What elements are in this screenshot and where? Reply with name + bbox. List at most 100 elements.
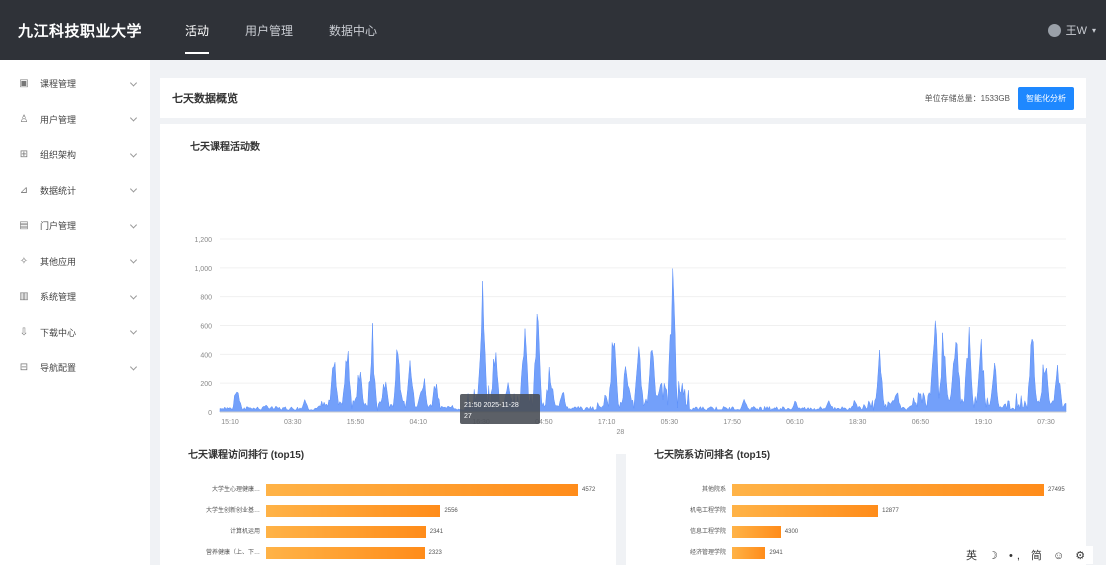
course-ranking-card: 七天课程访问排行 (top15) 大学生心理健康… 4572 大学生创新创业基… 25…	[160, 424, 616, 565]
y-tick-label: 0	[208, 410, 212, 417]
sidebar-item-nav-config[interactable]: ⊟ 导航配置	[0, 350, 150, 386]
org-icon: ⊞	[19, 149, 29, 161]
ranking-label: 机电工程学院	[689, 508, 726, 514]
sidebar-item-org[interactable]: ⊞ 组织架构	[0, 137, 150, 173]
sidebar-item-portal[interactable]: ▤ 门户管理	[0, 208, 150, 244]
smart-analysis-button[interactable]: 智能化分析	[1018, 86, 1074, 110]
ranking-row: 大学生创新创业基… 2556	[160, 505, 616, 517]
sidebar-item-label: 导航配置	[40, 363, 77, 374]
brand-logo: 九江科技职业大学	[18, 22, 143, 40]
dept-ranking-card: 七天院系访问排名 (top15) 其他院系 27495 机电工程学院 12877 信息工…	[626, 424, 1086, 565]
sidebar-item-label: 下载中心	[40, 327, 77, 338]
sidebar-item-course[interactable]: ▣ 课程管理	[0, 66, 150, 102]
download-icon: ⇩	[19, 326, 29, 338]
ranking-label: 经济管理学院	[689, 550, 726, 556]
sidebar-item-label: 组织架构	[40, 150, 77, 161]
nav-config-icon: ⊟	[19, 362, 29, 374]
y-tick-label: 1,000	[194, 266, 212, 273]
user-name: 王W	[1065, 25, 1087, 37]
ranking-bar	[266, 547, 425, 559]
nav-tab-activity[interactable]: 活动	[185, 0, 210, 60]
chevron-down-icon	[129, 256, 138, 264]
ranking-bar	[266, 505, 441, 517]
chevron-down-icon	[129, 185, 138, 193]
system-icon: ▥	[19, 291, 29, 303]
sidebar-item-label: 其他应用	[40, 256, 77, 267]
activity-chart-card: 1,2001,000800600400200015:102025-11-2503…	[160, 124, 1086, 454]
course-ranking-title: 七天课程访问排行 (top15)	[188, 450, 305, 461]
sidebar-item-label: 数据统计	[40, 185, 77, 196]
ranking-row: 计算机运用 2341	[160, 526, 616, 538]
sidebar-item-stats[interactable]: ⊿ 数据统计	[0, 173, 150, 209]
storage-total: 单位存储总量：1533GB	[924, 93, 1010, 103]
ranking-bar	[732, 526, 781, 538]
ranking-label: 其他院系	[701, 487, 726, 493]
sidebar-item-label: 门户管理	[40, 221, 77, 232]
chevron-down-icon	[129, 150, 138, 158]
avatar	[1047, 23, 1061, 37]
chevron-down-icon	[129, 327, 138, 335]
sidebar-item-apps[interactable]: ✧ 其他应用	[0, 244, 150, 280]
ranking-value: 4300	[784, 529, 799, 535]
page-title: 七天数据概览	[172, 93, 238, 105]
ranking-row: 机电工程学院 12877	[626, 505, 1086, 517]
chevron-down-icon	[129, 221, 138, 229]
ranking-row: 大学生心理健康… 4572	[160, 484, 616, 496]
sidebar-item-label: 课程管理	[40, 79, 77, 90]
ranking-value: 4572	[582, 487, 596, 493]
ranking-label: 大学生创新创业基…	[205, 508, 260, 514]
activity-chart: 1,2001,000800600400200015:102025-11-2503…	[194, 237, 1067, 436]
ranking-label: 信息工程学院	[689, 529, 726, 535]
ranking-bar	[732, 484, 1044, 496]
portal-icon: ▤	[19, 220, 29, 232]
chevron-down-icon	[129, 79, 138, 87]
dept-ranking-title: 七天院系访问排名 (top15)	[654, 450, 771, 461]
ime-toolbar[interactable]: 英 ☽ •, 简 ☺ ⚙	[962, 546, 1094, 564]
y-tick-label: 800	[200, 295, 212, 302]
top-navbar: 九江科技职业大学 活动 用户管理 数据中心 王W ▾	[0, 0, 1106, 60]
ranking-bar	[732, 505, 879, 517]
ranking-row: 其他院系 27495	[626, 484, 1086, 496]
ranking-value: 12877	[882, 508, 899, 514]
chevron-down-icon	[129, 114, 138, 122]
ranking-value: 2941	[769, 550, 783, 556]
ranking-bar	[732, 547, 766, 559]
ranking-label: 大学生心理健康…	[211, 487, 260, 493]
ranking-bar	[266, 526, 426, 538]
main-content: 七天数据概览 单位存储总量：1533GB 智能化分析 1,200 1,000 800…	[150, 60, 1106, 565]
tooltip-time: 21:50 2025-11-28	[464, 402, 519, 409]
ranking-value: 2556	[444, 508, 458, 514]
nav-tab-users[interactable]: 用户管理	[245, 0, 293, 60]
sidebar-item-download[interactable]: ⇩ 下载中心	[0, 315, 150, 351]
ranking-bar	[266, 484, 578, 496]
y-tick-label: 400	[200, 352, 212, 359]
chart-tooltip	[460, 394, 540, 424]
chart-title: 七天课程活动数	[190, 142, 260, 153]
ranking-label: 计算机运用	[229, 529, 260, 535]
activity-series-area	[219, 268, 1067, 413]
ranking-value: 2323	[428, 550, 442, 556]
sidebar-item-label: 用户管理	[40, 114, 77, 125]
user-icon: ♙	[19, 113, 29, 125]
ranking-row: 营养健康（上、下… 2323	[160, 547, 616, 559]
chevron-down-icon	[129, 363, 138, 371]
ranking-value: 27495	[1048, 487, 1065, 493]
sidebar-item-label: 系统管理	[40, 292, 77, 303]
apps-icon: ✧	[19, 255, 29, 267]
main-nav: 活动 用户管理 数据中心	[185, 0, 413, 60]
sidebar-item-system[interactable]: ▥ 系统管理	[0, 279, 150, 315]
y-tick-label: 600	[200, 324, 212, 331]
tooltip-value: 27	[464, 413, 472, 420]
ranking-value: 2341	[429, 529, 444, 535]
chevron-down-icon	[129, 292, 138, 300]
sidebar-item-users[interactable]: ♙ 用户管理	[0, 102, 150, 138]
user-menu[interactable]: 王W ▾	[1047, 0, 1096, 60]
y-tick-label: 200	[200, 381, 212, 388]
nav-tab-data-center[interactable]: 数据中心	[329, 0, 377, 60]
ranking-row: 信息工程学院 4300	[626, 526, 1086, 538]
sidebar: ▣ 课程管理 ♙ 用户管理 ⊞ 组织架构 ⊿ 数据统计 ▤ 门户管理 ✧ 其他应用 ▥ 系统管…	[0, 60, 150, 565]
stats-icon: ⊿	[19, 184, 29, 196]
y-tick-label: 1,200	[194, 237, 212, 244]
ranking-label: 营养健康（上、下…	[205, 550, 260, 556]
book-icon: ▣	[19, 78, 29, 90]
